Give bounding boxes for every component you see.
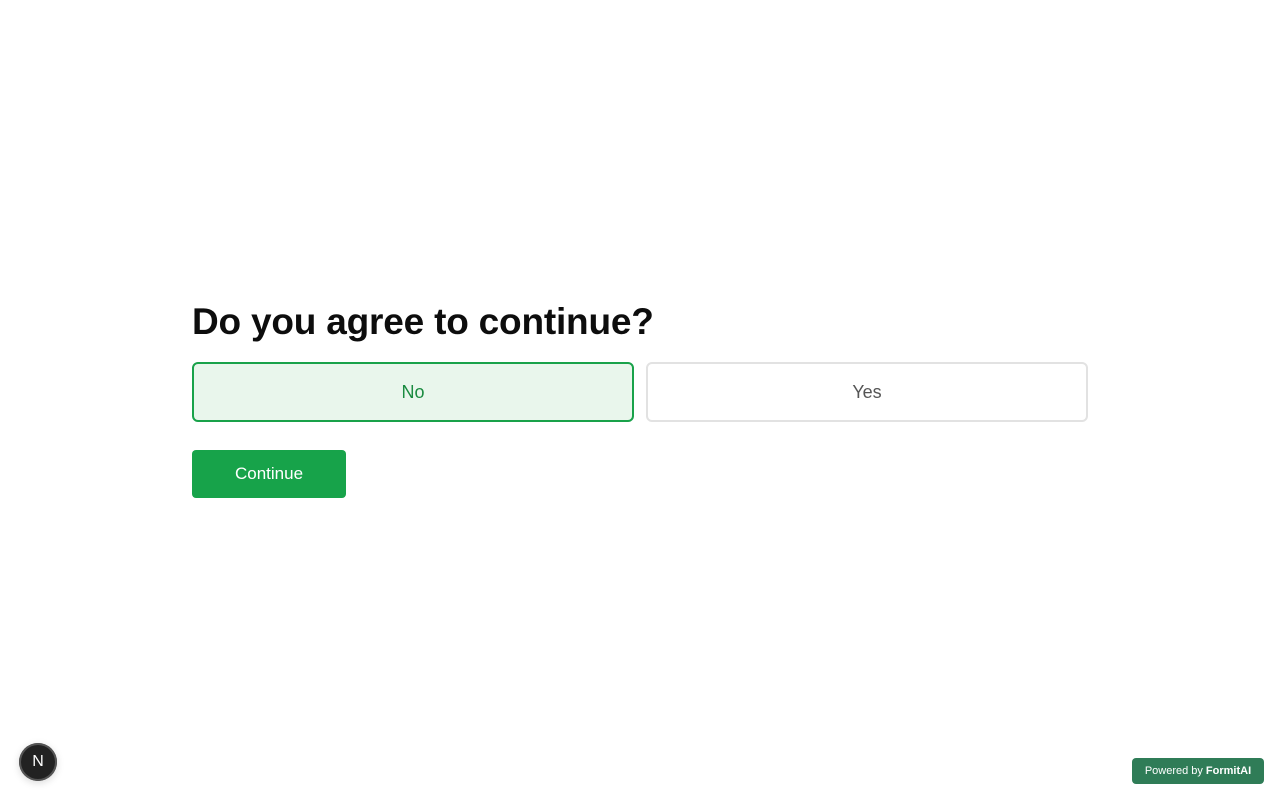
answer-options: No Yes bbox=[192, 362, 1088, 422]
powered-by-prefix: Powered by bbox=[1144, 765, 1203, 777]
option-no[interactable]: No bbox=[192, 362, 634, 422]
option-yes[interactable]: Yes bbox=[646, 362, 1088, 422]
page: Do you agree to continue? No Yes Continu… bbox=[0, 0, 1280, 800]
continue-button[interactable]: Continue bbox=[192, 450, 346, 498]
n-logo-letter: N bbox=[32, 753, 44, 770]
question-title: Do you agree to continue? bbox=[192, 301, 654, 342]
powered-by-badge[interactable]: Powered by FormitAI bbox=[1132, 758, 1264, 784]
question-form: Do you agree to continue? No Yes Continu… bbox=[192, 300, 1088, 498]
powered-by-brand: FormitAI bbox=[1205, 765, 1252, 777]
n-logo-icon[interactable]: N bbox=[19, 743, 57, 781]
